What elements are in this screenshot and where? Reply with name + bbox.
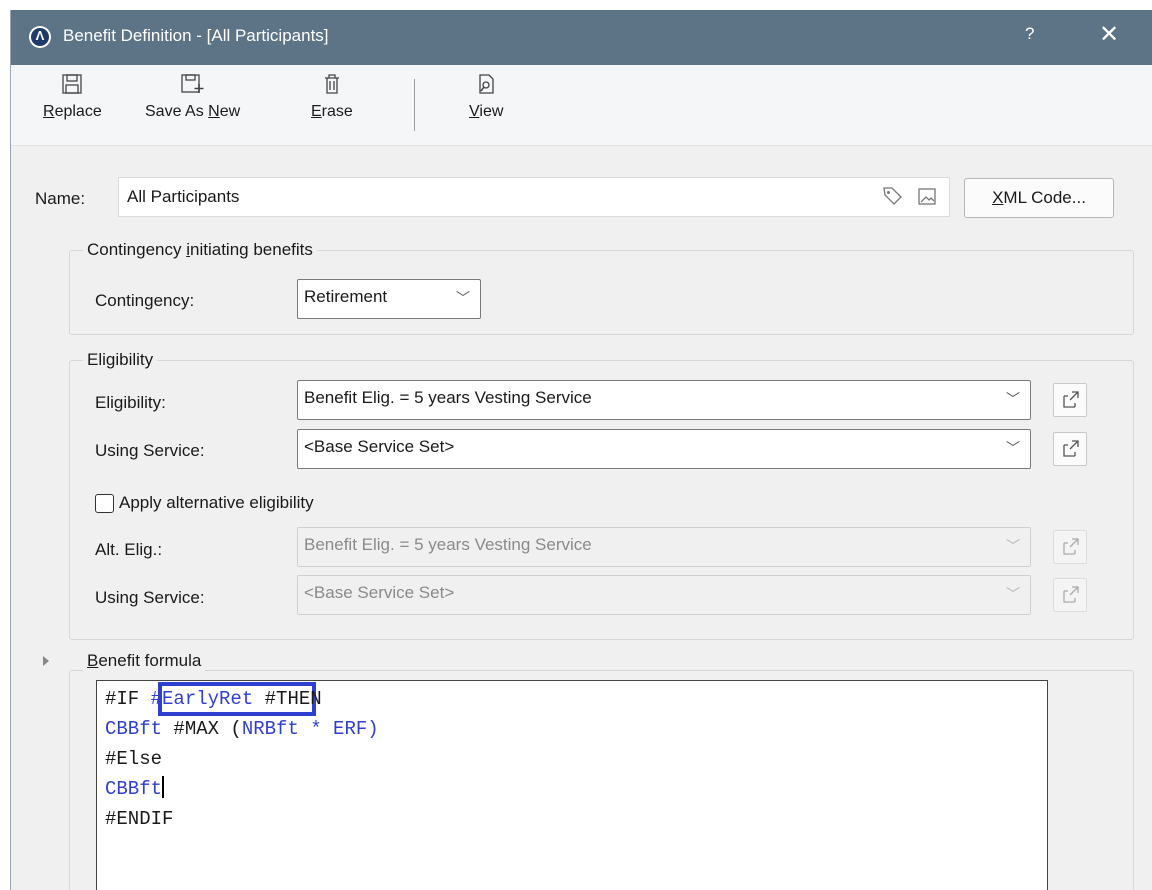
save-disk-icon (43, 73, 102, 97)
toolbar: Replace Save As New Erase View (11, 65, 1152, 146)
formula-line-5: #ENDIF (105, 808, 174, 830)
chevron-down-icon: ﹀ (1006, 586, 1020, 602)
image-icon[interactable] (917, 186, 937, 206)
contingency-select[interactable]: Retirement ﹀ (297, 279, 481, 319)
using-service-select[interactable]: <Base Service Set> ﹀ (297, 429, 1031, 469)
chevron-down-icon: ﹀ (1006, 440, 1020, 456)
xml-code-button[interactable]: XML Code... (964, 178, 1114, 218)
contingency-group-title: Contingency initiating benefits (83, 240, 317, 260)
replace-button[interactable]: Replace (43, 73, 102, 121)
eligibility-open-button[interactable] (1053, 383, 1087, 417)
view-button[interactable]: View (469, 73, 503, 121)
window-title: Benefit Definition - [All Participants] (63, 26, 329, 45)
external-link-icon (1063, 538, 1079, 555)
expand-toggle-icon[interactable] (43, 656, 49, 666)
alt-using-service-select: <Base Service Set> ﹀ (297, 575, 1031, 615)
alt-using-service-open-button (1053, 578, 1087, 612)
using-service-label: Using Service: (95, 441, 205, 460)
contingency-label: Contingency: (95, 291, 195, 310)
name-label: Name: (35, 189, 86, 208)
external-link-icon (1063, 440, 1079, 457)
using-service-open-button[interactable] (1053, 432, 1087, 466)
external-link-icon (1063, 391, 1079, 408)
eligibility-group-title: Eligibility (83, 350, 158, 370)
eligibility-label: Eligibility: (95, 393, 166, 412)
help-button[interactable]: ? (1025, 24, 1034, 44)
save-as-new-button[interactable]: Save As New (145, 73, 240, 121)
tag-icon[interactable] (882, 186, 904, 206)
eligibility-select[interactable]: Benefit Elig. = 5 years Vesting Service … (297, 380, 1031, 420)
view-document-icon (469, 73, 503, 97)
title-bar: Λ Benefit Definition - [All Participants… (11, 10, 1152, 65)
alt-using-service-label: Using Service: (95, 588, 205, 607)
benefit-formula-title: Benefit formula (83, 651, 206, 671)
trash-icon (311, 73, 353, 97)
save-new-icon (145, 73, 240, 97)
external-link-icon (1063, 586, 1079, 603)
app-logo-icon: Λ (29, 26, 51, 48)
name-field[interactable]: All Participants (118, 177, 950, 217)
chevron-down-icon: ﹀ (1006, 391, 1020, 407)
formula-line-1: #IF #EarlyRet #THEN (105, 688, 322, 710)
benefit-definition-dialog: Λ Benefit Definition - [All Participants… (10, 10, 1152, 890)
formula-line-2: CBBft #MAX (NRBft * ERF) (105, 718, 379, 740)
chevron-down-icon: ﹀ (1006, 538, 1020, 554)
contingency-group (69, 250, 1134, 335)
erase-button[interactable]: Erase (311, 73, 353, 121)
alt-elig-select: Benefit Elig. = 5 years Vesting Service … (297, 527, 1031, 567)
alt-elig-label: Alt. Elig.: (95, 540, 163, 559)
formula-line-3: #Else (105, 748, 163, 770)
toolbar-separator (414, 79, 415, 131)
close-button[interactable]: ✕ (1099, 20, 1119, 49)
formula-line-4: CBBft (105, 776, 164, 800)
chevron-down-icon: ﹀ (456, 290, 470, 306)
text-cursor (162, 776, 164, 798)
apply-alt-eligibility-checkbox[interactable] (95, 494, 114, 513)
apply-alt-eligibility-label[interactable]: Apply alternative eligibility (119, 493, 314, 513)
alt-elig-open-button (1053, 530, 1087, 564)
name-value: All Participants (127, 187, 240, 206)
benefit-formula-editor[interactable]: #IF #EarlyRet #THEN CBBft #MAX (NRBft * … (96, 680, 1048, 890)
